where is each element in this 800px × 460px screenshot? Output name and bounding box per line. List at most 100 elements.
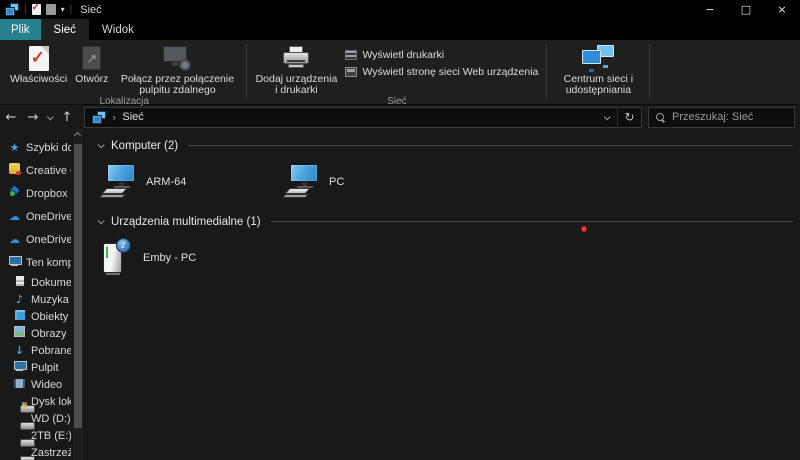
sidebar-item-label: Pulpit — [31, 362, 59, 374]
sidebar-item-label: Dropbox — [26, 188, 68, 200]
sidebar-item-2tb-drive[interactable]: 2TB (E:) — [0, 427, 71, 444]
ribbon-divider — [246, 44, 247, 99]
group-label-location: Lokalizacja — [6, 96, 242, 107]
sidebar-item-label: Dysk loka — [31, 396, 71, 408]
music-icon: ♪ — [13, 293, 26, 306]
3d-objects-icon — [15, 310, 25, 320]
remote-desktop-button[interactable]: Połącz przez połączenie pulpitu zdalnego — [112, 41, 242, 96]
group-divider-line — [271, 221, 793, 222]
sidebar-item-onedrive-2[interactable]: ☁ OneDrive - — [0, 228, 71, 251]
minimize-button[interactable]: − — [692, 0, 728, 19]
add-devices-button[interactable]: Dodaj urządzenia i drukarki — [251, 41, 341, 96]
tab-network[interactable]: Sieć — [41, 19, 89, 40]
sidebar-item-videos[interactable]: Wideo — [0, 376, 71, 393]
search-input[interactable] — [672, 111, 787, 123]
sidebar-item-reserved-drive[interactable]: Zastrzeżo — [0, 444, 71, 460]
back-button[interactable]: ← — [0, 110, 22, 125]
tile-label: PC — [329, 176, 344, 188]
navigation-pane: ★ Szybki dost Creative Cl Dropbox ☁ OneD… — [0, 129, 83, 460]
search-icon — [656, 113, 665, 122]
network-center-button[interactable]: Centrum sieci i udostępniania — [551, 41, 645, 96]
sidebar-item-label: Pobrane — [31, 345, 71, 357]
this-pc-icon — [9, 255, 20, 266]
pictures-icon — [14, 326, 25, 337]
qat-folder-icon[interactable] — [46, 4, 56, 15]
close-button[interactable]: × — [764, 0, 800, 19]
button-label: Centrum sieci i udostępniania — [555, 74, 641, 96]
sidebar-item-downloads[interactable]: ↓ Pobrane — [0, 342, 71, 359]
sidebar-item-label: WD (D:) — [31, 413, 71, 425]
open-button[interactable]: Otwórz — [71, 41, 112, 85]
ribbon-group-location: Właściwości Otwórz Połącz przez połączen… — [6, 41, 242, 104]
sidebar-item-music[interactable]: ♪ Muzyka — [0, 291, 71, 308]
onedrive-cloud-icon: ☁ — [8, 233, 21, 246]
videos-icon — [14, 379, 25, 388]
scroll-up-icon[interactable] — [74, 132, 81, 139]
up-button[interactable]: ↑ — [56, 110, 78, 125]
documents-icon — [16, 276, 24, 286]
group-divider-line — [188, 145, 793, 146]
refresh-icon[interactable]: ↻ — [617, 108, 641, 127]
device-webpage-icon — [345, 67, 357, 77]
address-bar[interactable]: › Sieć ↻ — [84, 107, 642, 128]
sidebar-item-documents[interactable]: Dokumen — [0, 274, 71, 291]
sidebar-item-onedrive-1[interactable]: ☁ OneDrive - — [0, 205, 71, 228]
creative-cloud-icon — [9, 163, 20, 174]
group-header-media-devices[interactable]: Urządzenia multimedialne (1) — [98, 211, 795, 232]
tile-arm-64[interactable]: ARM-64 — [98, 158, 281, 206]
view-device-webpage-button[interactable]: Wyświetl stronę sieci Web urządzenia — [341, 64, 542, 79]
network-app-icon — [5, 3, 19, 16]
tab-view[interactable]: Widok — [89, 19, 147, 40]
sidebar-item-label: Dokumen — [31, 277, 71, 289]
ribbon-tab-row: Plik Sieć Widok — [0, 19, 800, 40]
maximize-button[interactable]: □ — [728, 0, 764, 19]
media-badge-icon: ♪ — [116, 238, 131, 253]
sidebar-item-local-disk[interactable]: Dysk loka — [0, 393, 71, 410]
dropbox-icon — [9, 186, 20, 197]
collapse-chevron-icon[interactable] — [98, 141, 105, 148]
sidebar-item-dropbox[interactable]: Dropbox — [0, 182, 71, 205]
sidebar-item-wd-drive[interactable]: WD (D:) — [0, 410, 71, 427]
qat-dropdown-icon[interactable]: ▾ — [61, 5, 65, 14]
sidebar-item-3d-objects[interactable]: Obiekty 3 — [0, 308, 71, 325]
media-device-icon: ♪ — [100, 238, 134, 278]
group-header-computer[interactable]: Komputer (2) — [98, 135, 795, 156]
ribbon-divider — [649, 44, 650, 99]
breadcrumb-network[interactable]: Sieć — [122, 111, 143, 123]
view-printers-button[interactable]: Wyświetl drukarki — [341, 47, 542, 62]
button-label: Wyświetl drukarki — [362, 49, 444, 61]
sidebar-item-quick-access[interactable]: ★ Szybki dost — [0, 136, 71, 159]
address-dropdown-icon[interactable] — [595, 108, 617, 127]
ribbon-group-network-center: Centrum sieci i udostępniania — [551, 41, 645, 104]
sidebar-scrollbar[interactable] — [73, 129, 83, 460]
tile-label: Emby - PC — [143, 252, 196, 264]
separator: | — [70, 4, 73, 15]
scrollbar-thumb[interactable] — [74, 144, 82, 428]
qat-properties-icon[interactable] — [32, 4, 41, 15]
forward-button[interactable]: → — [22, 110, 44, 125]
ribbon-divider — [546, 44, 547, 99]
breadcrumb-separator: › — [112, 111, 116, 124]
ribbon-group-network: Dodaj urządzenia i drukarki Wyświetl dru… — [251, 41, 542, 104]
properties-icon — [29, 46, 49, 71]
computer-icon — [100, 162, 137, 202]
recent-locations-dropdown[interactable] — [44, 115, 54, 120]
search-box[interactable] — [648, 107, 795, 128]
sidebar-item-pictures[interactable]: Obrazy — [0, 325, 71, 342]
add-printer-icon — [282, 46, 310, 70]
button-label: Wyświetl stronę sieci Web urządzenia — [362, 66, 538, 78]
collapse-chevron-icon[interactable] — [98, 217, 105, 224]
sidebar-item-creative-cloud[interactable]: Creative Cl — [0, 159, 71, 182]
tab-file[interactable]: Plik — [0, 19, 41, 40]
sidebar-item-label: 2TB (E:) — [31, 430, 71, 442]
remote-desktop-icon — [163, 46, 191, 71]
sidebar-item-label: Creative Cl — [26, 165, 71, 177]
properties-button[interactable]: Właściwości — [6, 41, 71, 85]
tile-pc[interactable]: PC — [281, 158, 464, 206]
sidebar-item-desktop[interactable]: Pulpit — [0, 359, 71, 376]
tile-emby-pc[interactable]: ♪ Emby - PC — [98, 234, 281, 282]
sidebar-item-this-pc[interactable]: Ten kompu — [0, 251, 71, 274]
sidebar-item-label: Obiekty 3 — [31, 311, 71, 323]
red-dot-artifact — [581, 226, 587, 232]
quick-access-star-icon: ★ — [8, 141, 21, 154]
